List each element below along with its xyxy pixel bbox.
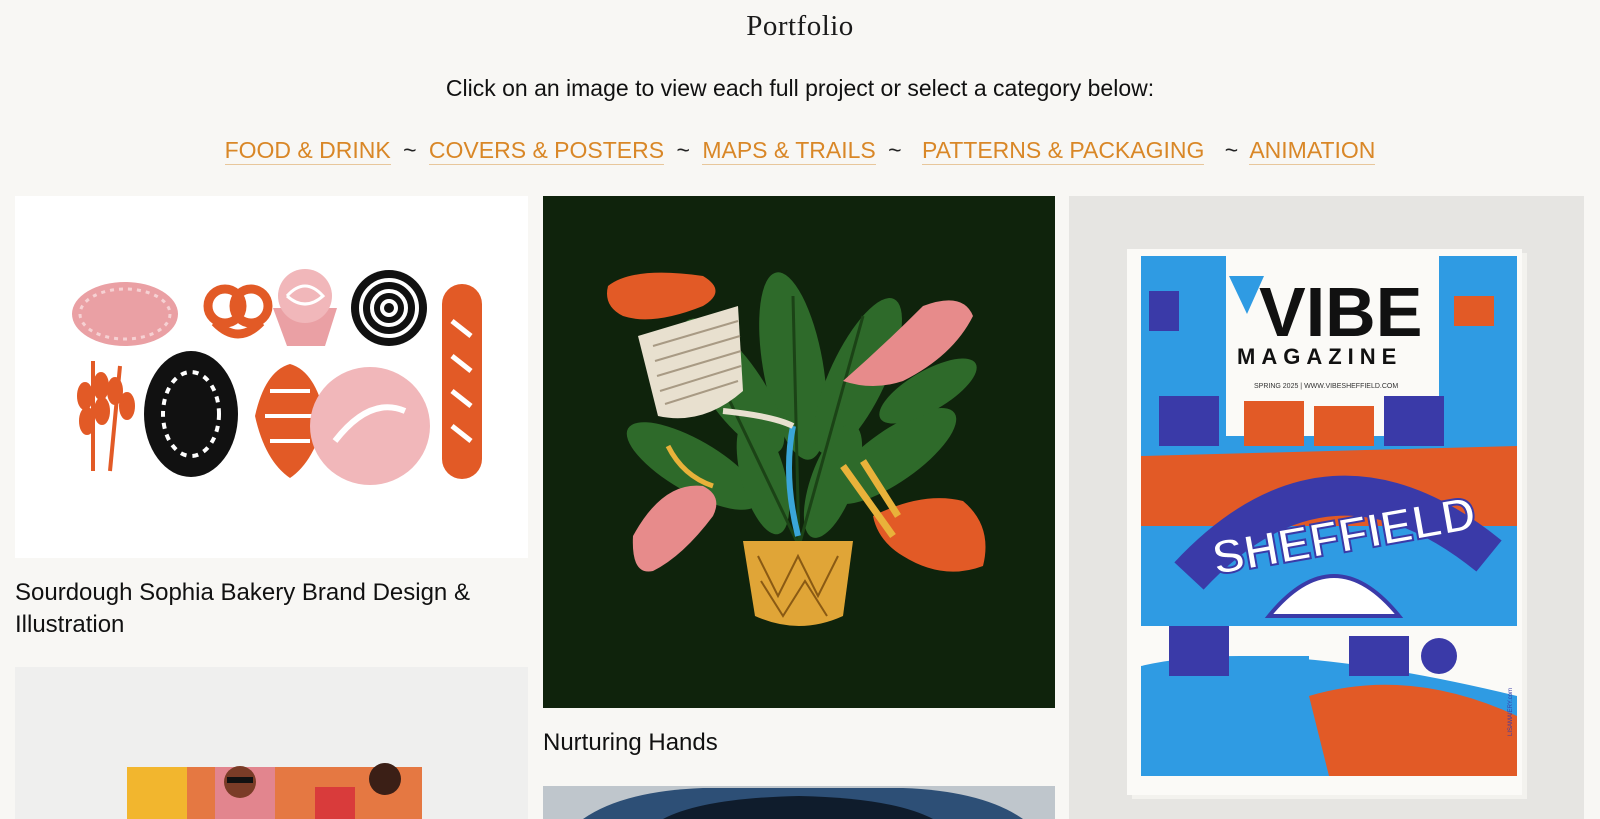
category-maps-trails-link[interactable]: MAPS & TRAILS bbox=[702, 137, 876, 165]
category-separator: ~ bbox=[676, 137, 690, 163]
category-separator: ~ bbox=[403, 137, 417, 163]
project-caption[interactable]: Nurturing Hands bbox=[543, 727, 1055, 759]
category-food-drink-link[interactable]: FOOD & DRINK bbox=[224, 137, 391, 165]
category-animation-link[interactable]: ANIMATION bbox=[1249, 137, 1376, 165]
category-separator: ~ bbox=[1224, 137, 1239, 163]
category-covers-posters-link[interactable]: COVERS & POSTERS bbox=[428, 137, 665, 165]
magazine-subtitle-text: MAGAZINE bbox=[1237, 344, 1402, 369]
bakery-illustration-image bbox=[72, 269, 482, 485]
magazine-side-url: LISAMAIERY.com bbox=[1508, 688, 1514, 736]
project-card-vibe-magazine[interactable]: VIBE MAGAZINE SPRING 2025 | WWW.VIBESHEF… bbox=[1069, 196, 1584, 819]
category-patterns-packaging-link[interactable]: PATTERNS & PACKAGING bbox=[921, 137, 1205, 165]
project-card-nurturing-hands[interactable] bbox=[543, 196, 1055, 708]
nurturing-hands-image bbox=[607, 272, 986, 626]
project-caption[interactable]: Sourdough Sophia Bakery Brand Design & I… bbox=[15, 577, 535, 641]
category-nav: FOOD & DRINK ~ COVERS & POSTERS ~ MAPS &… bbox=[0, 137, 1600, 165]
project-card-bakery[interactable] bbox=[15, 196, 528, 558]
project-card-poster[interactable] bbox=[15, 667, 528, 819]
vehicle-photo-image bbox=[583, 788, 1023, 819]
category-separator: ~ bbox=[888, 137, 902, 163]
project-card-vehicle[interactable] bbox=[543, 786, 1055, 819]
page-title: Portfolio bbox=[746, 10, 854, 42]
magazine-issue-text: SPRING 2025 | WWW.VIBESHEFFIELD.COM bbox=[1254, 383, 1398, 390]
magazine-brand-text: VIBE bbox=[1259, 273, 1422, 351]
poster-photo-image bbox=[127, 763, 422, 819]
magazine-cover-image: VIBE MAGAZINE SPRING 2025 | WWW.VIBESHEF… bbox=[1069, 196, 1584, 819]
intro-text: Click on an image to view each full proj… bbox=[445, 75, 1155, 101]
